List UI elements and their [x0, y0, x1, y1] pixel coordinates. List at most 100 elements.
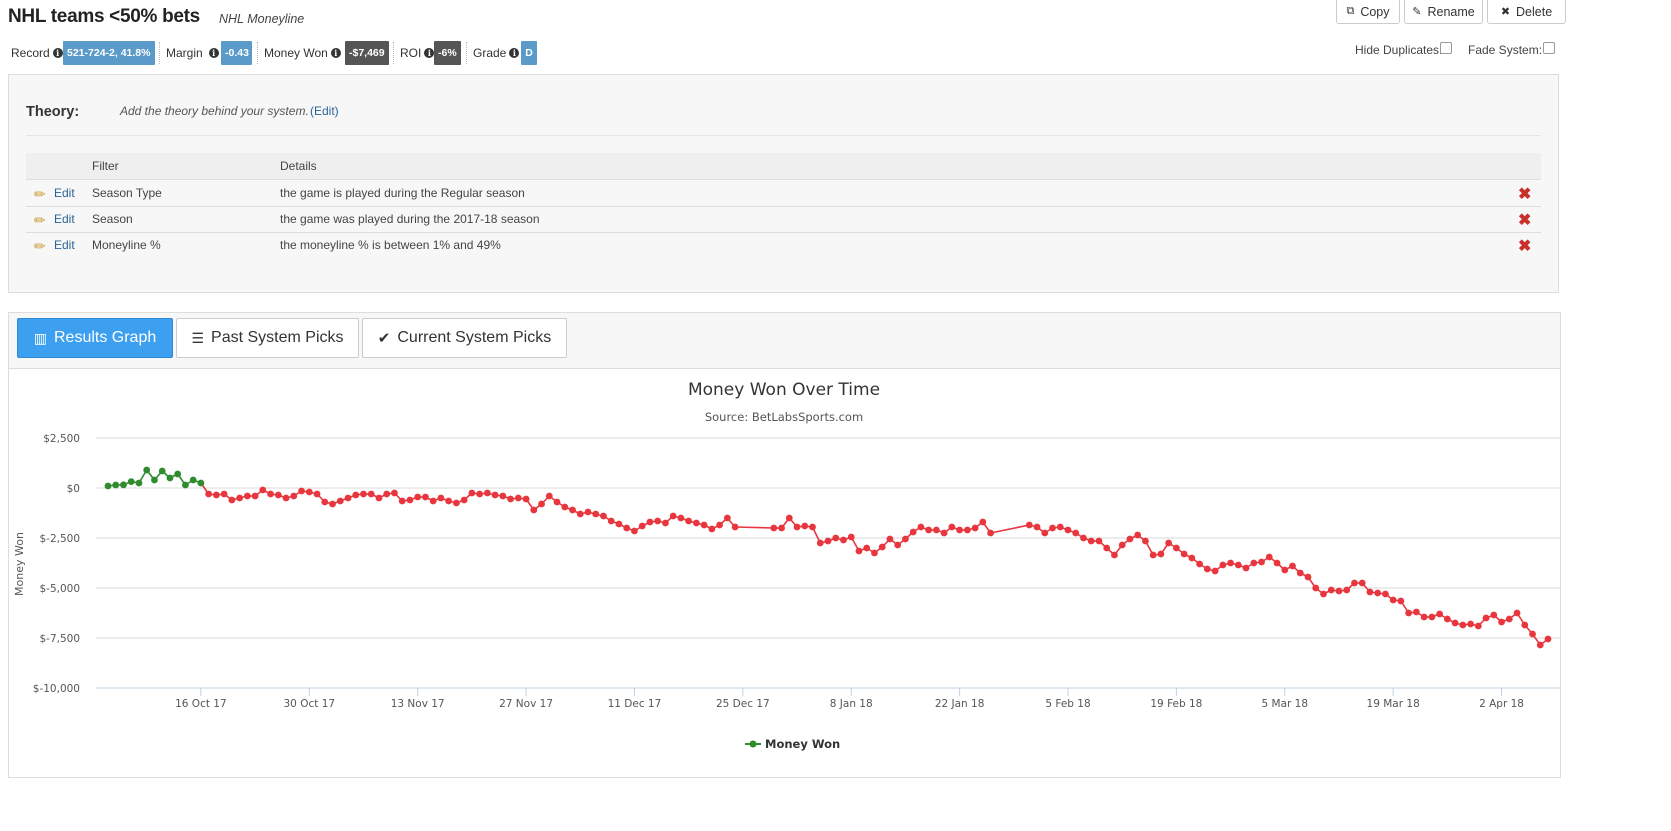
data-point[interactable] — [1033, 523, 1041, 531]
tab-past-system-picks[interactable]: ☰ Past System Picks — [176, 318, 359, 358]
data-point[interactable] — [522, 495, 530, 503]
data-point[interactable] — [1064, 526, 1072, 534]
data-point[interactable] — [1165, 539, 1173, 547]
data-point[interactable] — [228, 496, 236, 504]
data-point[interactable] — [367, 490, 375, 498]
filter-edit-link[interactable]: Edit — [54, 186, 75, 200]
data-point[interactable] — [344, 494, 352, 502]
data-point[interactable] — [120, 481, 127, 489]
data-point[interactable] — [1219, 561, 1227, 569]
data-point[interactable] — [538, 500, 545, 508]
data-point[interactable] — [1443, 615, 1451, 623]
data-point[interactable] — [483, 489, 491, 497]
data-point[interactable] — [902, 535, 909, 543]
data-point[interactable] — [1428, 613, 1436, 621]
data-point[interactable] — [600, 512, 607, 520]
data-point[interactable] — [1374, 589, 1382, 597]
data-point[interactable] — [584, 508, 592, 516]
data-point[interactable] — [422, 493, 429, 501]
data-point[interactable] — [1149, 551, 1157, 559]
data-point[interactable] — [1405, 609, 1413, 617]
data-point[interactable] — [212, 491, 220, 499]
info-icon[interactable]: i — [509, 48, 520, 58]
data-point[interactable] — [1103, 544, 1111, 552]
data-point[interactable] — [987, 529, 994, 537]
data-point[interactable] — [1056, 523, 1064, 531]
data-point[interactable] — [940, 529, 948, 537]
data-point[interactable] — [468, 489, 476, 497]
data-point[interactable] — [1281, 566, 1289, 574]
data-point[interactable] — [1498, 618, 1505, 626]
data-point[interactable] — [298, 487, 305, 495]
data-point[interactable] — [576, 510, 584, 518]
copy-button[interactable]: ⧉ Copy — [1336, 0, 1400, 24]
data-point[interactable] — [878, 543, 886, 551]
data-point[interactable] — [220, 490, 228, 498]
data-point[interactable] — [553, 498, 561, 506]
data-point[interactable] — [631, 527, 638, 535]
data-point[interactable] — [1118, 541, 1126, 549]
data-point[interactable] — [871, 549, 878, 557]
data-point[interactable] — [135, 479, 143, 487]
info-icon[interactable]: i — [424, 48, 435, 58]
data-point[interactable] — [1111, 551, 1118, 559]
data-point[interactable] — [336, 497, 344, 505]
data-point[interactable] — [166, 474, 174, 482]
data-point[interactable] — [499, 492, 507, 500]
fade-system-checkbox[interactable] — [1543, 42, 1555, 54]
data-point[interactable] — [925, 526, 933, 534]
data-point[interactable] — [1227, 559, 1234, 567]
data-point[interactable] — [840, 536, 847, 544]
filter-edit-link[interactable]: Edit — [54, 212, 75, 226]
data-point[interactable] — [948, 523, 956, 531]
rename-button[interactable]: ✎ Rename — [1404, 0, 1483, 24]
data-point[interactable] — [832, 534, 840, 542]
data-point[interactable] — [662, 519, 669, 527]
data-point[interactable] — [615, 520, 623, 528]
data-point[interactable] — [205, 490, 213, 498]
data-point[interactable] — [716, 521, 724, 529]
data-point[interactable] — [1536, 641, 1544, 649]
data-point[interactable] — [731, 523, 739, 531]
data-point[interactable] — [785, 514, 793, 522]
data-point[interactable] — [1258, 558, 1265, 566]
data-point[interactable] — [1459, 621, 1467, 629]
data-point[interactable] — [917, 523, 925, 531]
data-point[interactable] — [1482, 614, 1490, 622]
data-point[interactable] — [197, 479, 205, 487]
filter-edit-link[interactable]: Edit — [54, 238, 75, 252]
pencil-icon[interactable]: ✏ — [34, 186, 46, 203]
data-point[interactable] — [445, 497, 453, 505]
data-point[interactable] — [646, 518, 654, 526]
info-icon[interactable]: i — [52, 48, 63, 58]
data-point[interactable] — [429, 497, 437, 505]
data-point[interactable] — [514, 494, 522, 502]
hide-duplicates-checkbox[interactable] — [1440, 42, 1452, 54]
data-point[interactable] — [1188, 554, 1196, 562]
data-point[interactable] — [1265, 553, 1273, 561]
data-point[interactable] — [700, 521, 708, 529]
data-point[interactable] — [1382, 590, 1389, 598]
data-point[interactable] — [1049, 524, 1056, 532]
data-point[interactable] — [1521, 621, 1529, 629]
data-point[interactable] — [1436, 610, 1444, 618]
data-point[interactable] — [1366, 588, 1374, 596]
data-point[interactable] — [909, 528, 917, 536]
data-point[interactable] — [1234, 561, 1242, 569]
data-point[interactable] — [1529, 630, 1536, 638]
data-point[interactable] — [971, 524, 979, 532]
data-point[interactable] — [274, 491, 282, 499]
chart-legend[interactable]: Money Won — [745, 737, 840, 751]
data-point[interactable] — [243, 492, 251, 500]
data-point[interactable] — [1041, 529, 1049, 537]
info-icon[interactable]: i — [330, 48, 341, 58]
data-point[interactable] — [1474, 622, 1482, 630]
data-point[interactable] — [1490, 611, 1498, 619]
data-point[interactable] — [259, 486, 267, 494]
data-point[interactable] — [801, 522, 809, 530]
data-point[interactable] — [886, 535, 894, 543]
data-point[interactable] — [1250, 559, 1258, 567]
pencil-icon[interactable]: ✏ — [34, 238, 46, 255]
data-point[interactable] — [1389, 596, 1397, 604]
data-point[interactable] — [414, 493, 422, 501]
